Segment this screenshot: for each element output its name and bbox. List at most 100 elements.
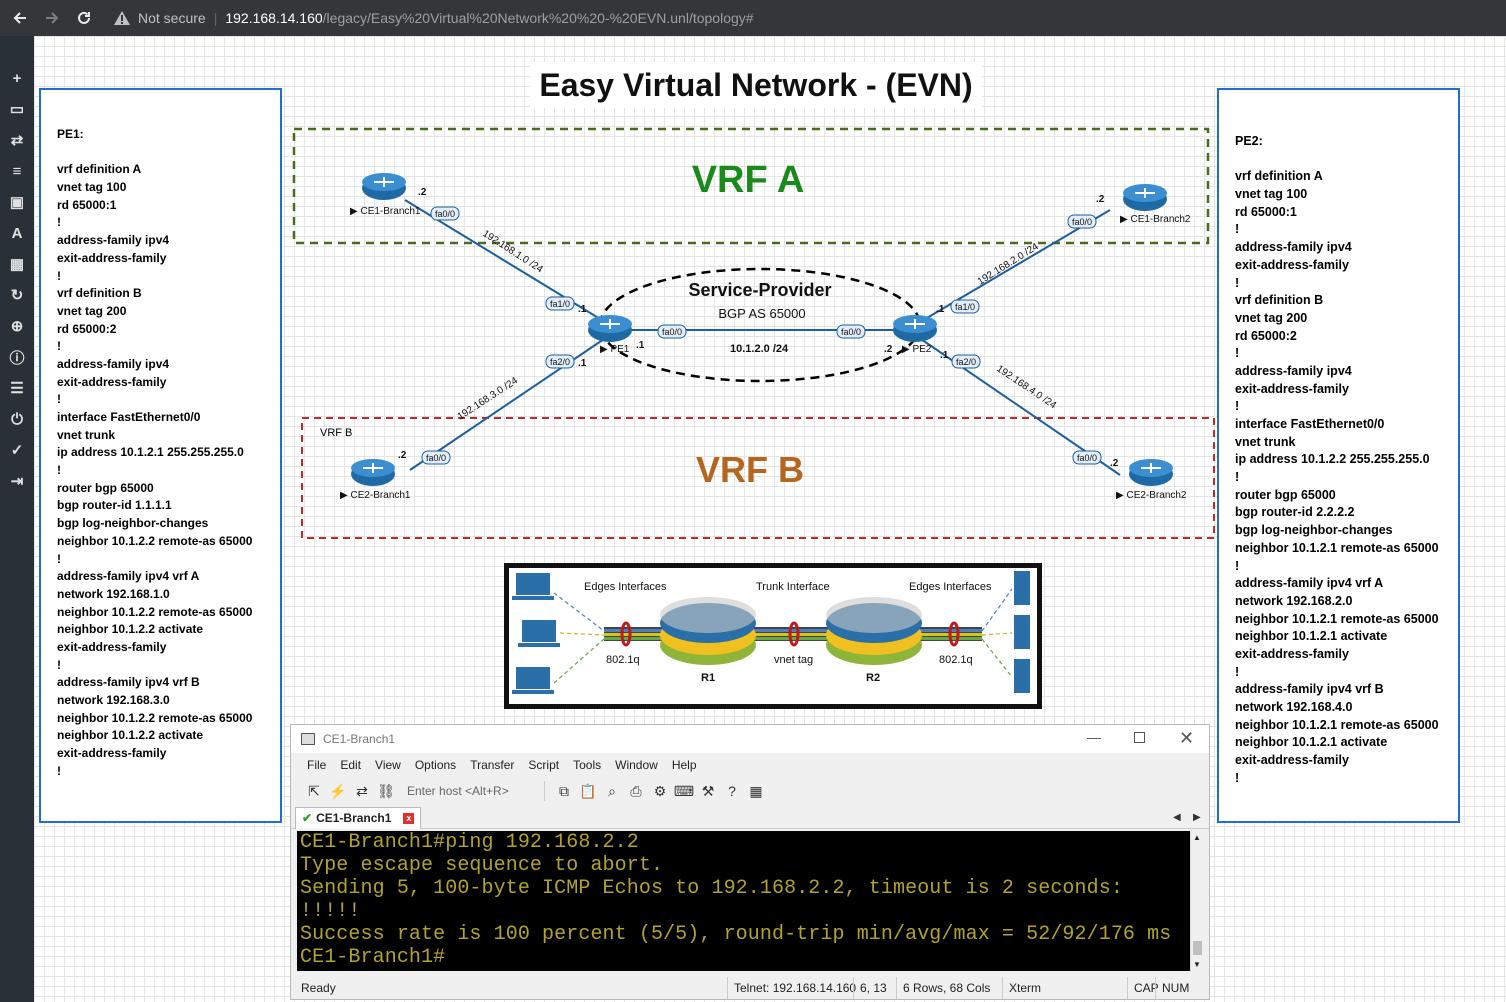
logout-icon[interactable]: ⇥ [7,471,27,491]
list-icon[interactable]: ☰ [7,378,27,398]
iface-ce1b1-fa00: fa0/0 [430,206,460,221]
session-manager-icon[interactable]: ▦ [747,782,765,800]
pe2-config-line: neighbor 10.1.2.1 remote-as 65000 [1235,540,1439,555]
pe2-config-line: exit-address-family [1235,753,1349,768]
settings-icon[interactable]: ⚙ [651,782,669,800]
tab-label: CE1-Branch1 [316,811,392,825]
text-icon[interactable]: A [7,223,27,243]
terminal-titlebar: CE1-Branch1 — ✕ [291,725,1209,753]
pe2-config-line: ! [1235,664,1240,679]
maximize-button[interactable] [1134,732,1145,743]
terminal-line: CE1-Branch1# [300,946,446,969]
forward-button[interactable] [36,2,68,34]
pe2-config-line: network 192.168.4.0 [1235,700,1353,714]
router-ce1-branch1[interactable] [362,173,406,200]
scroll-up-icon[interactable]: ▲ [1193,833,1201,842]
router-pe2[interactable] [893,315,937,342]
pe2-config-line: bgp router-id 2.2.2.2 [1235,505,1355,520]
status-cursor: 6, 13 [853,977,887,999]
host-pe2-fa20: .1 [940,350,949,361]
tab-ce1-branch1[interactable]: ✔ CE1-Branch1 x [295,806,422,829]
reload-button[interactable] [68,2,100,34]
menu-item-transfer[interactable]: Transfer [470,758,514,772]
menu-item-script[interactable]: Script [528,758,559,772]
tab-close-icon[interactable]: x [403,812,415,824]
router-pe1[interactable] [588,315,632,342]
svg-text:fa0/0: fa0/0 [662,327,682,337]
image-icon[interactable]: ▣ [7,192,27,212]
check-icon[interactable]: ✓ [7,440,27,460]
svg-text:fa0/0: fa0/0 [841,327,861,337]
help-icon[interactable]: ? [723,782,741,800]
terminal-statusbar: Ready Telnet: 192.168.14.160 6, 13 6 Row… [291,977,1209,999]
svg-text:fa0/0: fa0/0 [1072,217,1092,227]
scroll-thumb[interactable] [1193,941,1202,955]
transfer-icon[interactable]: ⇄ [7,130,27,150]
close-button[interactable]: ✕ [1179,728,1194,749]
pe1-config-line: rd 65000:1 [57,197,117,212]
align-icon[interactable]: ≡ [7,161,27,181]
menu-item-edit[interactable]: Edit [340,758,361,772]
copy-icon[interactable]: ⧉ [555,782,573,800]
terminal-scrollbar[interactable]: ▲ ▼ [1190,831,1204,971]
status-telnet: Telnet: 192.168.14.160 [727,977,856,999]
iface-ce1b2-fa00: fa0/0 [1067,214,1097,229]
scroll-down-icon[interactable]: ▼ [1193,960,1201,969]
power-icon[interactable]: ⏻ [7,409,27,429]
keymap-icon[interactable]: ⌨ [674,782,694,800]
minimize-button[interactable]: — [1087,729,1101,745]
pe2-config-line: ! [1235,770,1240,785]
grid-icon[interactable]: ▦ [7,254,27,274]
info-icon[interactable]: ⓘ [7,347,27,367]
zoom-icon[interactable]: ⊕ [7,316,27,336]
subnet-b1: 192.168.3.0 /24 [456,375,521,422]
pe1-config-line: ! [57,268,61,283]
menu-item-tools[interactable]: Tools [573,758,601,772]
pe1-config-box: PE1: vrf definition A vnet tag 100 rd 65000… [39,88,282,823]
tab-scroll-left-icon[interactable]: ◀ [1173,812,1181,823]
link-pe1-ce2b1 [409,334,611,471]
print-icon[interactable]: ⎙ [627,782,645,800]
storage-icon[interactable]: ▭ [7,99,27,119]
address-bar[interactable]: Not secure | 192.168.14.160 /legacy/Easy… [114,10,754,26]
pe1-config-line: exit-address-family [57,374,167,389]
router-ce2-branch1[interactable] [351,459,395,486]
menu-item-view[interactable]: View [375,758,401,772]
pe2-config-line: ! [1235,222,1240,237]
pe2-config-line: exit-address-family [1235,646,1349,661]
evn-edges-right: Edges Interfaces [909,581,992,593]
disconnect-icon[interactable]: ⛓ [377,782,395,800]
iface-pe2-fa00: fa0/0 [836,324,866,339]
refresh-icon[interactable]: ↻ [7,285,27,305]
pe1-config-line: address-family ipv4 vrf A [57,569,200,584]
find-icon[interactable]: ⌕ [603,782,621,800]
browser-toolbar: Not secure | 192.168.14.160 /legacy/Easy… [0,0,1506,36]
menu-item-window[interactable]: Window [615,758,658,772]
back-button[interactable] [4,2,36,34]
host-pe2-fa00: .2 [884,344,893,355]
menu-item-file[interactable]: File [307,758,326,772]
topology-diagram: VRF A VRF B VRF B Service-Provider BGP A… [292,127,1215,539]
host-input[interactable]: Enter host <Alt+R> [405,781,545,801]
iface-pe1-fa00: fa0/0 [657,324,687,339]
menu-item-help[interactable]: Help [672,758,697,772]
connect-icon[interactable]: ⇱ [305,782,323,800]
tab-scroll-right-icon[interactable]: ▶ [1193,812,1201,823]
router-ce1-branch2[interactable] [1123,184,1167,211]
router-ce2-branch2[interactable] [1129,459,1173,486]
reconnect-icon[interactable]: ⇄ [353,782,371,800]
pe2-config-line: rd 65000:1 [1235,204,1297,219]
paste-icon[interactable]: 📋 [579,782,597,800]
pe1-config-line: rd 65000:2 [57,321,117,336]
add-icon[interactable]: + [7,68,27,88]
terminal-screen[interactable]: CE1-Branch1#ping 192.168.2.2 Type escape … [297,831,1190,971]
host-ce1b2: .2 [1096,194,1105,205]
warning-icon [114,11,130,25]
host-ce1b1: .2 [418,187,427,198]
quick-connect-icon[interactable]: ⚡ [329,782,347,800]
sftp-icon[interactable]: ⚒ [699,782,717,800]
sp-subtitle: BGP AS 65000 [718,306,805,321]
pe1-config-line: address-family ipv4 [57,356,170,371]
menu-item-options[interactable]: Options [415,758,456,772]
security-label: Not secure [138,10,206,26]
